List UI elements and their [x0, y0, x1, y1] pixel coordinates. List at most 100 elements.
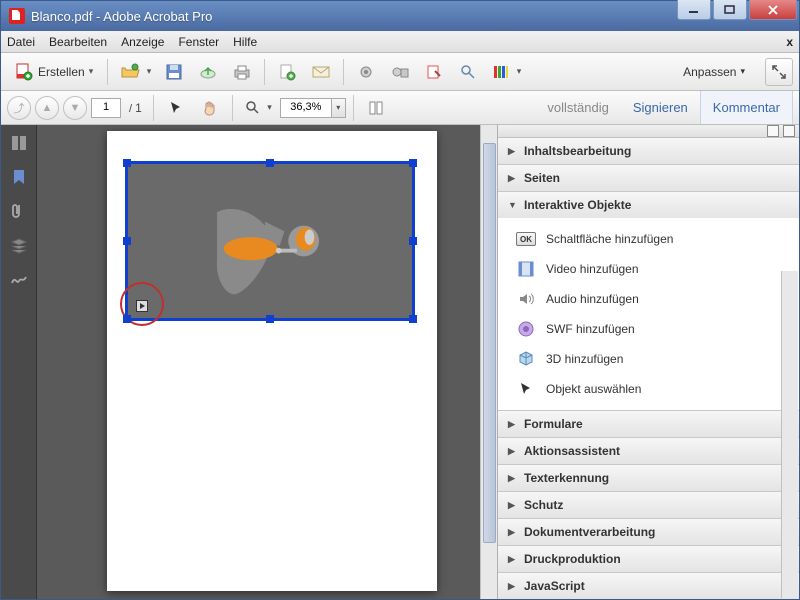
tab-signieren[interactable]: Signieren [621, 91, 700, 124]
doc-close-button[interactable]: x [786, 35, 793, 49]
search-button[interactable] [453, 58, 483, 86]
attachments-icon[interactable] [9, 201, 29, 221]
resize-handle[interactable] [123, 237, 131, 245]
share-button[interactable] [272, 58, 302, 86]
color-bars-icon [492, 63, 510, 81]
panel-interaktive-objekte[interactable]: ▼Interaktive Objekte [498, 192, 799, 218]
film-icon [517, 260, 535, 278]
zoom-input[interactable]: 36,3% [280, 98, 332, 118]
hand-tool[interactable] [195, 94, 225, 122]
floppy-icon [164, 62, 184, 82]
create-pdf-icon [14, 62, 34, 82]
panel-schutz[interactable]: ▶Schutz [498, 492, 799, 518]
tool-add-audio[interactable]: Audio hinzufügen [498, 284, 799, 314]
tool-add-button[interactable]: OKSchaltfläche hinzufügen [498, 224, 799, 254]
media-artwork [128, 164, 412, 318]
save-button[interactable] [159, 58, 189, 86]
layers-icon[interactable] [9, 235, 29, 255]
close-button[interactable] [749, 0, 797, 20]
resize-handle[interactable] [409, 315, 417, 323]
cloud-button[interactable] [193, 58, 223, 86]
speaker-icon [517, 290, 535, 308]
bookmarks-icon[interactable] [9, 167, 29, 187]
cursor-icon [518, 381, 534, 397]
prev-page-button[interactable]: ▲ [35, 96, 59, 120]
selected-object[interactable] [125, 161, 415, 321]
open-button[interactable] [115, 58, 155, 86]
media-placeholder [128, 164, 412, 318]
panel-scrollbar[interactable] [781, 271, 798, 598]
next-page-button[interactable]: ▼ [63, 96, 87, 120]
menu-bearbeiten[interactable]: Bearbeiten [49, 35, 107, 49]
content-area: ▶Inhaltsbearbeitung ▶Seiten ▼Interaktive… [1, 125, 799, 599]
gear-print-button[interactable] [385, 58, 415, 86]
cursor-icon [168, 100, 184, 116]
doc-scrollbar[interactable] [480, 125, 497, 599]
maximize-button[interactable] [713, 0, 747, 20]
resize-handle[interactable] [123, 159, 131, 167]
zoom-tool[interactable] [240, 94, 276, 122]
tab-vollstaendig[interactable]: vollständig [535, 91, 620, 124]
titlebar: Blanco.pdf - Adobe Acrobat Pro [1, 1, 799, 31]
email-button[interactable] [306, 58, 336, 86]
panel-dokumentverarbeitung[interactable]: ▶Dokumentverarbeitung [498, 519, 799, 545]
menu-anzeige[interactable]: Anzeige [121, 35, 164, 49]
tab-kommentar[interactable]: Kommentar [700, 91, 793, 124]
tool-select-object[interactable]: Objekt auswählen [498, 374, 799, 404]
view-mode-button[interactable] [361, 94, 391, 122]
left-sidebar [1, 125, 37, 599]
print-button[interactable] [227, 58, 257, 86]
color-button[interactable] [487, 58, 525, 86]
resize-handle[interactable] [409, 159, 417, 167]
menu-hilfe[interactable]: Hilfe [233, 35, 257, 49]
panel-javascript[interactable]: ▶JavaScript [498, 573, 799, 599]
panel-formulare[interactable]: ▶Formulare [498, 411, 799, 437]
create-label: Erstellen [38, 65, 85, 79]
tool-add-video[interactable]: Video hinzufügen [498, 254, 799, 284]
minimize-button[interactable] [677, 0, 711, 20]
panel-aktionsassistent[interactable]: ▶Aktionsassistent [498, 438, 799, 464]
resize-handle[interactable] [266, 315, 274, 323]
thumbnails-icon[interactable] [9, 133, 29, 153]
page-layout-icon [368, 100, 384, 116]
swf-icon [517, 320, 535, 338]
panel-texterkennung[interactable]: ▶Texterkennung [498, 465, 799, 491]
panel-collapse-button[interactable] [783, 125, 795, 137]
zoom-dropdown[interactable]: ▾ [332, 98, 346, 118]
gear1-button[interactable] [351, 58, 381, 86]
resize-handle[interactable] [409, 237, 417, 245]
create-button[interactable]: Erstellen ▾ [7, 58, 100, 86]
document-viewport[interactable] [37, 125, 497, 599]
tool-add-swf[interactable]: SWF hinzufügen [498, 314, 799, 344]
gear-icon [357, 63, 375, 81]
nav-toolbar: ⤴ ▲ ▼ 1 / 1 36,3%▾ vollständig Signieren… [1, 91, 799, 125]
fullscreen-button[interactable] [765, 58, 793, 86]
customize-button[interactable]: Anpassen▾ [675, 65, 753, 79]
edit-page-button[interactable] [419, 58, 449, 86]
panel-druckproduktion[interactable]: ▶Druckproduktion [498, 546, 799, 572]
printer-icon [232, 62, 252, 82]
select-tool[interactable] [161, 94, 191, 122]
page-input[interactable]: 1 [91, 98, 121, 118]
hand-icon [201, 99, 219, 117]
first-page-button[interactable]: ⤴ [7, 96, 31, 120]
search-icon [459, 63, 477, 81]
expand-icon [771, 64, 787, 80]
panel-inhaltsbearbeitung[interactable]: ▶Inhaltsbearbeitung [498, 138, 799, 164]
folder-open-icon [120, 62, 140, 82]
tool-add-3d[interactable]: 3D hinzufügen [498, 344, 799, 374]
panel-menu-button[interactable] [767, 125, 779, 137]
window-title: Blanco.pdf - Adobe Acrobat Pro [31, 9, 677, 24]
resize-handle[interactable] [266, 159, 274, 167]
gear-print-icon [391, 63, 409, 81]
main-toolbar: Erstellen ▾ Anpassen▾ [1, 53, 799, 91]
resize-handle[interactable] [123, 315, 131, 323]
share-file-icon [277, 62, 297, 82]
acrobat-icon [9, 8, 25, 24]
signatures-icon[interactable] [9, 269, 29, 289]
envelope-icon [311, 62, 331, 82]
app-window: Blanco.pdf - Adobe Acrobat Pro Datei Bea… [0, 0, 800, 600]
panel-seiten[interactable]: ▶Seiten [498, 165, 799, 191]
menu-fenster[interactable]: Fenster [178, 35, 219, 49]
menu-datei[interactable]: Datei [7, 35, 35, 49]
